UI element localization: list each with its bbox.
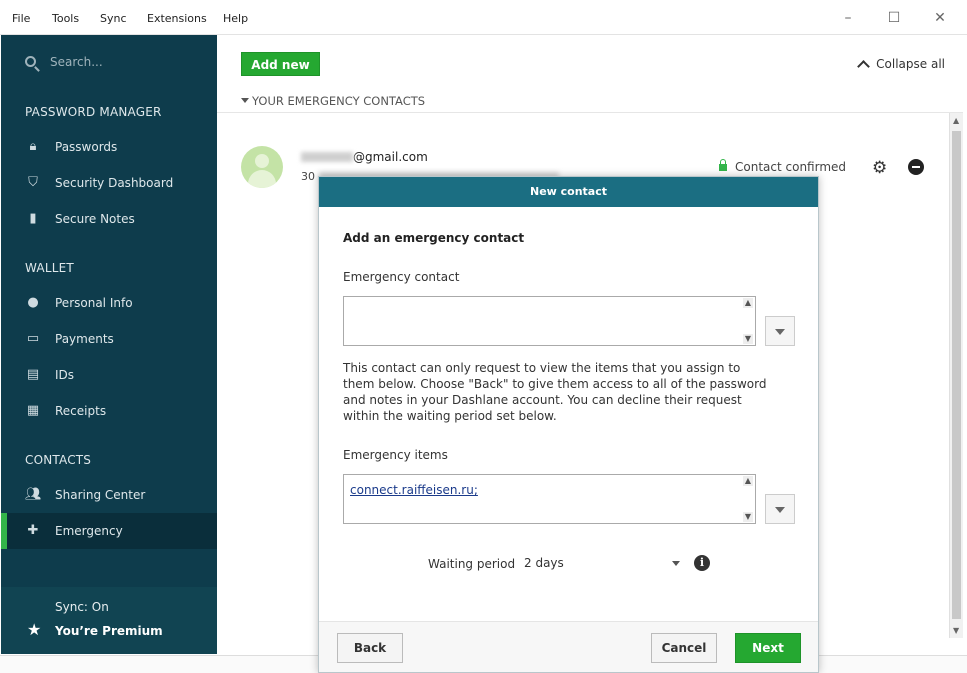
sidebar-item-sharing-center[interactable]: 👥︎ Sharing Center xyxy=(1,477,217,513)
sidebar-item-emergency[interactable]: ✚ Emergency xyxy=(1,513,217,549)
emergency-contact-field[interactable]: ▲ ▼ xyxy=(343,296,756,346)
dialog-title: Add an emergency contact xyxy=(343,231,525,245)
emergency-items-field[interactable]: connect.raiffeisen.ru; ▲ ▼ xyxy=(343,474,756,524)
menu-extensions[interactable]: Extensions xyxy=(147,12,207,25)
waiting-period-select[interactable]: 2 days xyxy=(524,556,564,570)
status-label: Contact confirmed xyxy=(735,160,847,174)
email-domain: @gmail.com xyxy=(353,150,428,164)
scrollbar[interactable]: ▲ ▼ xyxy=(949,113,963,638)
caret-down-icon xyxy=(241,98,249,103)
scroll-down-icon[interactable]: ▼ xyxy=(743,334,753,344)
blurred-text xyxy=(301,152,353,162)
sidebar-item-payments[interactable]: ▭ Payments xyxy=(1,321,217,357)
menu-help[interactable]: Help xyxy=(223,12,248,25)
field-scrollbar[interactable]: ▲ ▼ xyxy=(741,297,755,345)
person-icon: ● xyxy=(27,295,39,310)
sidebar-item-label: Sharing Center xyxy=(55,488,146,502)
minimize-icon[interactable]: – xyxy=(838,8,858,28)
sidebar-item-secure-notes[interactable]: ▮ Secure Notes xyxy=(1,201,217,237)
search-placeholder: Search... xyxy=(50,55,103,69)
sync-status[interactable]: Sync: On xyxy=(55,600,109,614)
section-contacts: CONTACTS xyxy=(25,453,92,467)
maximize-icon[interactable]: ☐ xyxy=(884,8,904,28)
contact-dropdown-button[interactable] xyxy=(765,316,795,346)
sidebar-item-personal-info[interactable]: ● Personal Info xyxy=(1,285,217,321)
lock-icon xyxy=(719,159,727,171)
gear-icon[interactable]: ⚙ xyxy=(872,158,887,178)
note-lock-icon: ▮ xyxy=(29,211,37,226)
sidebar-item-label: Security Dashboard xyxy=(55,176,174,190)
menu-sync[interactable]: Sync xyxy=(100,12,127,25)
subtitle-prefix: 30 xyxy=(301,170,315,183)
search-icon xyxy=(25,56,36,67)
chevron-up-icon xyxy=(857,60,871,73)
shield-icon: ⛉ xyxy=(28,175,38,190)
sidebar-item-label: Personal Info xyxy=(55,296,133,310)
sidebar-item-label: Receipts xyxy=(55,404,107,418)
dialog-description: This contact can only request to view th… xyxy=(343,361,767,423)
receipt-icon: ▦ xyxy=(26,403,40,418)
close-icon[interactable]: ✕ xyxy=(930,8,950,28)
sidebar: Search... PASSWORD MANAGER 🔒︎ Passwords … xyxy=(1,35,217,654)
sidebar-item-ids[interactable]: ▤ IDs xyxy=(1,357,217,393)
menu-bar: File Tools Sync Extensions Help – ☐ ✕ xyxy=(0,0,967,35)
menu-tools[interactable]: Tools xyxy=(52,12,79,25)
collapse-all-label: Collapse all xyxy=(876,57,945,71)
sidebar-item-receipts[interactable]: ▦ Receipts xyxy=(1,393,217,429)
dashlane-window: File Tools Sync Extensions Help – ☐ ✕ Se… xyxy=(0,0,967,673)
avatar-body xyxy=(248,170,276,188)
next-button[interactable]: Next xyxy=(735,633,801,663)
cancel-button[interactable]: Cancel xyxy=(651,633,717,663)
sidebar-item-passwords[interactable]: 🔒︎ Passwords xyxy=(1,129,217,165)
section-wallet: WALLET xyxy=(25,261,74,275)
contact-status: Contact confirmed xyxy=(719,159,847,174)
scroll-up-icon[interactable]: ▲ xyxy=(743,298,753,308)
section-password-manager: PASSWORD MANAGER xyxy=(25,105,162,119)
avatar xyxy=(241,146,283,188)
id-card-icon: ▤ xyxy=(26,367,40,382)
scroll-down-icon[interactable]: ▼ xyxy=(743,512,753,522)
back-button[interactable]: Back xyxy=(337,633,403,663)
sidebar-item-label: IDs xyxy=(55,368,75,382)
emergency-items-value: connect.raiffeisen.ru; xyxy=(350,483,478,497)
avatar-head xyxy=(255,154,269,168)
section-header[interactable]: YOUR EMERGENCY CONTACTS xyxy=(241,94,425,108)
card-icon: ▭ xyxy=(26,331,40,346)
sidebar-item-label: Secure Notes xyxy=(55,212,135,226)
active-indicator xyxy=(1,513,7,549)
scroll-up-icon[interactable]: ▲ xyxy=(743,476,753,486)
premium-status[interactable]: You’re Premium xyxy=(55,624,163,638)
scroll-thumb[interactable] xyxy=(952,131,961,619)
info-icon[interactable]: i xyxy=(694,555,710,571)
sidebar-item-label: Payments xyxy=(55,332,114,346)
field-scrollbar[interactable]: ▲ ▼ xyxy=(741,475,755,523)
waiting-period-label: Waiting period xyxy=(428,557,516,571)
sidebar-item-security-dashboard[interactable]: ⛉ Security Dashboard xyxy=(1,165,217,201)
emergency-items-label: Emergency items xyxy=(343,448,448,462)
dialog-footer: Back Cancel Next xyxy=(319,621,818,672)
sidebar-item-label: Passwords xyxy=(55,140,118,154)
section-title: YOUR EMERGENCY CONTACTS xyxy=(252,94,426,108)
collapse-all-button[interactable]: Collapse all xyxy=(857,57,945,73)
items-dropdown-button[interactable] xyxy=(765,494,795,524)
lock-icon: 🔒︎ xyxy=(29,139,37,154)
people-icon: 👥︎ xyxy=(25,487,42,502)
remove-icon[interactable] xyxy=(908,159,924,175)
menu-file[interactable]: File xyxy=(12,12,30,25)
chevron-down-icon[interactable] xyxy=(672,561,680,566)
search-input[interactable]: Search... xyxy=(25,55,103,69)
dialog-header: New contact xyxy=(319,177,818,207)
sidebar-footer: Sync: On ★ You’re Premium xyxy=(1,587,217,654)
add-new-button[interactable]: Add new xyxy=(241,52,320,76)
contact-email: @gmail.com xyxy=(301,150,428,164)
new-contact-dialog: New contact Add an emergency contact Eme… xyxy=(318,176,819,673)
scroll-up-icon[interactable]: ▲ xyxy=(953,116,959,125)
emergency-contact-label: Emergency contact xyxy=(343,270,460,284)
scroll-down-icon[interactable]: ▼ xyxy=(953,626,959,635)
star-icon: ★ xyxy=(27,620,42,639)
medkit-icon: ✚ xyxy=(27,523,39,538)
sidebar-item-label: Emergency xyxy=(55,524,123,538)
